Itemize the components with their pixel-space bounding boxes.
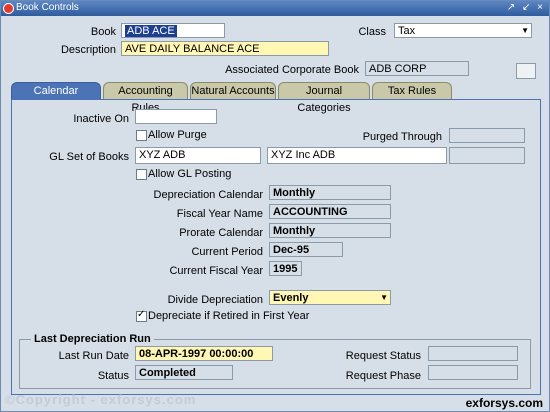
inactive-on-field[interactable] xyxy=(135,109,217,124)
divide-dep-select[interactable]: Evenly ▼ xyxy=(269,290,391,305)
book-value: ADB ACE xyxy=(125,25,177,37)
prorate-calendar-label: Prorate Calendar xyxy=(179,227,263,239)
request-status-label: Request Status xyxy=(345,350,421,362)
tab-calendar[interactable]: Calendar xyxy=(11,82,101,99)
class-select[interactable]: Tax ▼ xyxy=(394,23,532,38)
description-field[interactable]: AVE DAILY BALANCE ACE xyxy=(121,41,329,56)
divide-dep-label: Divide Depreciation xyxy=(167,294,263,306)
gl-set-label: GL Set of Books xyxy=(49,151,129,163)
status-field[interactable]: Completed xyxy=(135,365,233,380)
current-fiscal-year-label: Current Fiscal Year xyxy=(169,265,263,277)
title-bar: Book Controls ↗ ↙ × xyxy=(1,1,549,16)
gl-set-field[interactable]: XYZ ADB xyxy=(135,147,261,164)
chevron-down-icon: ▼ xyxy=(380,293,388,302)
chevron-down-icon: ▼ xyxy=(521,26,529,35)
purged-through-field[interactable] xyxy=(449,128,525,143)
app-icon xyxy=(3,3,14,14)
copyright-watermark: ©Copyright - exforsys.com xyxy=(5,392,197,407)
assoc-book-label: Associated Corporate Book xyxy=(225,64,359,76)
fiscal-year-name-label: Fiscal Year Name xyxy=(176,208,263,220)
window-controls-icon[interactable]: ↗ ↙ × xyxy=(507,2,545,13)
tab-natural-accounts[interactable]: Natural Accounts xyxy=(190,82,276,99)
fiscal-year-name-field[interactable]: ACCOUNTING xyxy=(269,204,391,219)
prorate-calendar-field[interactable]: Monthly xyxy=(269,223,391,238)
tab-tax-rules[interactable]: Tax Rules xyxy=(372,82,452,99)
book-label: Book xyxy=(90,26,116,38)
dep-retired-checkbox[interactable] xyxy=(136,309,147,322)
dep-retired-label: Depreciate if Retired in First Year xyxy=(148,310,310,322)
gl-set-desc-field[interactable]: XYZ Inc ADB xyxy=(267,147,447,164)
tab-journal-categories[interactable]: Journal Categories xyxy=(278,82,370,114)
brand-text: exforsys.com xyxy=(465,396,543,410)
dep-calendar-field[interactable]: Monthly xyxy=(269,185,391,200)
book-controls-window: Book Controls ↗ ↙ × Book ADB ACE Class T… xyxy=(0,0,550,412)
last-run-title: Last Depreciation Run xyxy=(31,333,154,345)
current-period-label: Current Period xyxy=(191,246,263,258)
book-field[interactable]: ADB ACE xyxy=(121,23,225,38)
footer: ©Copyright - exforsys.com exforsys.com xyxy=(1,392,549,411)
allow-purge-checkbox[interactable] xyxy=(136,130,147,141)
last-run-date-field[interactable]: 08-APR-1997 00:00:00 xyxy=(135,346,273,361)
last-run-date-label: Last Run Date xyxy=(58,350,129,362)
allow-purge-label: Allow Purge xyxy=(148,129,207,141)
dep-calendar-label: Depreciation Calendar xyxy=(153,189,263,201)
current-fiscal-year-field[interactable]: 1995 xyxy=(269,261,302,276)
description-label: Description xyxy=(60,44,116,56)
current-period-field[interactable]: Dec-95 xyxy=(269,242,343,257)
window-title: Book Controls xyxy=(16,2,79,13)
request-status-field[interactable] xyxy=(428,346,518,361)
assoc-book-field[interactable]: ADB CORP xyxy=(365,61,469,76)
allow-gl-posting-label: Allow GL Posting xyxy=(148,168,232,180)
request-phase-field[interactable] xyxy=(428,365,518,380)
divide-dep-value: Evenly xyxy=(273,292,309,304)
class-value: Tax xyxy=(398,25,416,37)
class-label: Class xyxy=(358,26,386,38)
allow-gl-posting-checkbox[interactable] xyxy=(136,169,147,180)
tab-accounting-rules[interactable]: Accounting Rules xyxy=(103,82,188,114)
purged-through-label: Purged Through xyxy=(362,131,442,143)
request-phase-label: Request Phase xyxy=(345,370,421,382)
gl-set-extra-field xyxy=(449,147,525,164)
status-label: Status xyxy=(97,370,129,382)
flex-field-button[interactable] xyxy=(516,63,536,79)
inactive-on-label: Inactive On xyxy=(73,113,129,125)
